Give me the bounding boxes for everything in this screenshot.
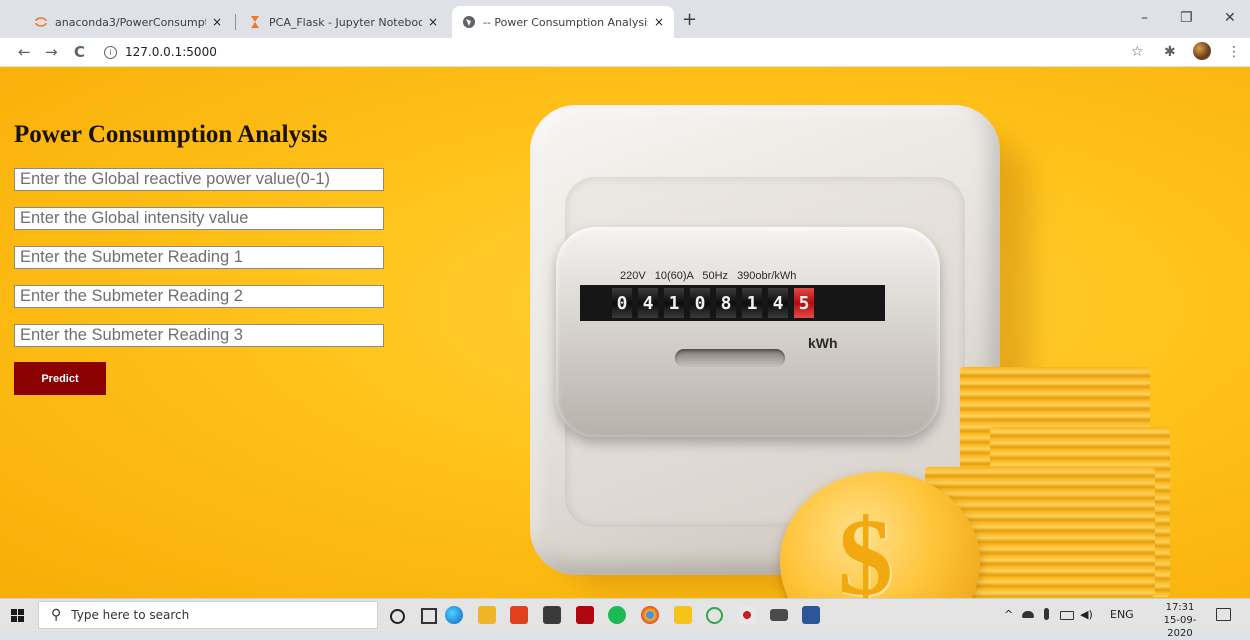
submeter-1-input[interactable] [14,246,384,269]
meter-window [556,227,940,437]
app-icon[interactable] [706,607,723,624]
search-icon: ⚲ [51,607,62,623]
file-explorer-icon[interactable] [478,606,496,624]
taskbar-search[interactable]: ⚲ Type here to search [38,601,378,629]
battery-icon[interactable] [1060,611,1074,620]
spotify-icon[interactable] [608,606,626,624]
hourglass-icon [251,16,259,28]
terminal-icon[interactable] [770,609,788,621]
search-placeholder: Type here to search [71,608,190,622]
global-reactive-power-input[interactable] [14,168,384,191]
cortana-icon[interactable] [390,609,405,624]
meter-spec-label: 220V 10(60)A 50Hz 390obr/kWh [620,270,797,282]
dollar-icon: $ [838,496,893,598]
task-view-icon[interactable] [421,608,437,624]
predict-button[interactable]: Predict [14,362,106,395]
onedrive-icon[interactable] [1022,611,1034,618]
edge-icon[interactable] [445,606,463,624]
extensions-icon[interactable]: ✱ [1164,43,1176,61]
tab-jupyter-notebook[interactable]: PCA_Flask - Jupyter Notebook × [238,6,448,38]
meter-slot [675,349,785,367]
info-icon[interactable]: i [104,45,117,59]
meter-digit: 0 [612,288,632,318]
address-bar[interactable]: i 127.0.0.1:5000 [104,42,1124,62]
store-icon[interactable] [543,606,561,624]
language-indicator[interactable]: ENG [1110,608,1134,621]
reload-button[interactable]: C [74,43,85,61]
chrome-icon[interactable] [641,606,659,624]
window-close-button[interactable]: ✕ [1224,10,1236,26]
close-icon[interactable]: × [428,15,438,29]
tab-title: anaconda3/PowerConsumptionA [55,15,206,29]
volume-icon[interactable]: ◀) [1080,608,1093,621]
minimize-button[interactable]: – [1141,10,1148,26]
windows-start-icon[interactable] [11,609,24,622]
meter-digit: 1 [742,288,762,318]
page-viewport: 220V 10(60)A 50Hz 390obr/kWh 0 4 1 0 8 1… [0,67,1250,598]
notification-icon[interactable] [1216,608,1231,621]
office-icon[interactable] [510,606,528,624]
submeter-2-input[interactable] [14,285,384,308]
tab-divider [235,14,236,30]
meter-digit: 8 [716,288,736,318]
jupyter-icon [35,17,47,27]
netflix-icon[interactable] [576,606,594,624]
taskbar: ⚲ Type here to search ^ ◀) ENG 17:31 15-… [0,598,1250,639]
tab-title: PCA_Flask - Jupyter Notebook [269,15,422,29]
meter-digit: 4 [638,288,658,318]
globe-icon [463,16,475,28]
browser-tab-strip: anaconda3/PowerConsumptionA × PCA_Flask … [0,0,1250,38]
sticky-notes-icon[interactable] [674,606,692,624]
meter-digit-red: 5 [794,288,814,318]
meter-digit: 4 [768,288,788,318]
meter-digit: 1 [664,288,684,318]
close-icon[interactable]: × [654,15,664,29]
tray-chevron-icon[interactable]: ^ [1004,608,1013,621]
page-title: Power Consumption Analysis [14,121,328,148]
clock-date: 15-09-2020 [1163,615,1197,639]
taskbar-clock[interactable]: 17:31 15-09-2020 [1158,601,1202,640]
close-icon[interactable]: × [212,15,222,29]
star-icon[interactable]: ☆ [1131,43,1144,61]
meter-digit-display: 0 4 1 0 8 1 4 5 [580,285,885,321]
browser-toolbar: ← → C i 127.0.0.1:5000 ☆ ✱ ⋮ [0,38,1250,67]
tab-anaconda[interactable]: anaconda3/PowerConsumptionA × [24,6,232,38]
meter-digit: 0 [690,288,710,318]
clock-time: 17:31 [1165,602,1195,613]
tab-title: -- Power Consumption Analysis [483,15,648,29]
microphone-icon[interactable] [1044,608,1049,620]
back-button[interactable]: ← [18,43,31,61]
url-text: 127.0.0.1:5000 [125,45,217,59]
submeter-3-input[interactable] [14,324,384,347]
settings-gear-icon[interactable] [738,606,756,624]
menu-icon[interactable]: ⋮ [1227,43,1241,61]
avatar[interactable] [1193,42,1211,60]
new-tab-button[interactable]: + [682,11,697,29]
tab-power-consumption[interactable]: -- Power Consumption Analysis × [452,6,674,38]
forward-button[interactable]: → [45,43,58,61]
restore-button[interactable]: ❐ [1180,10,1193,26]
word-icon[interactable] [802,606,820,624]
meter-unit-label: kWh [808,335,838,351]
global-intensity-input[interactable] [14,207,384,230]
